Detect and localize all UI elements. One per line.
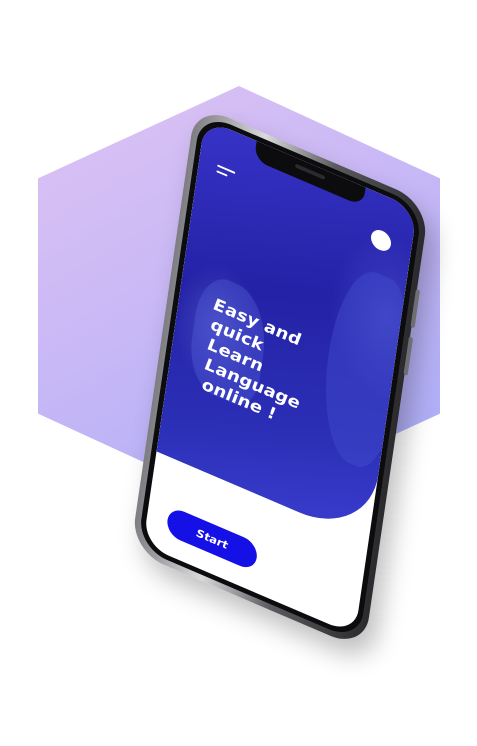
phone-mockup: Easy and quick Learn Language online ! S… [118, 103, 438, 651]
phone-bezel: Easy and quick Learn Language online ! S… [137, 111, 423, 643]
hamburger-menu-icon[interactable] [216, 164, 236, 183]
phone-frame: Easy and quick Learn Language online ! S… [130, 103, 430, 651]
mockup-stage: Easy and quick Learn Language online ! S… [0, 0, 477, 746]
volume-button [403, 336, 414, 376]
hero-image: Easy and quick Learn Language online ! [156, 118, 418, 543]
volume-button [410, 288, 421, 329]
profile-avatar-icon[interactable] [369, 226, 393, 255]
phone-screen: Easy and quick Learn Language online ! S… [142, 118, 418, 636]
speaker-grill [294, 163, 326, 180]
start-button[interactable]: Start [165, 505, 259, 573]
